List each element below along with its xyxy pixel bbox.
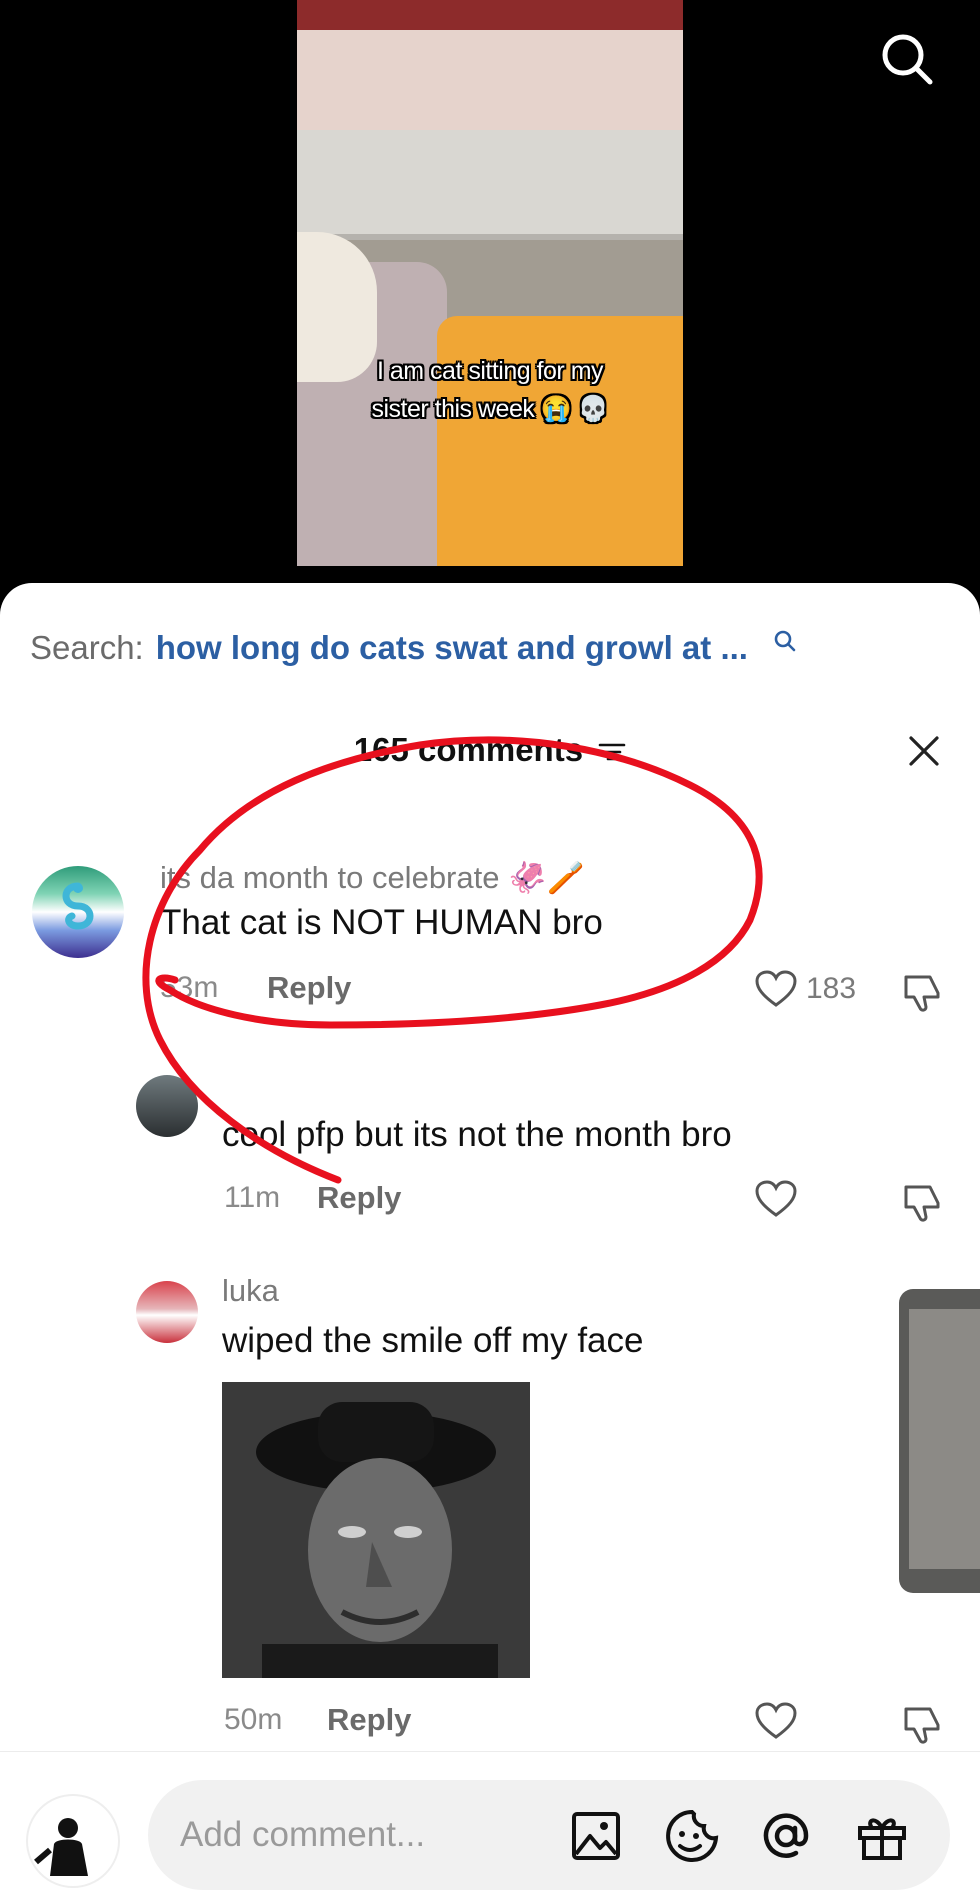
close-icon [909,736,939,766]
video-player[interactable]: I am cat sitting for my sister this week… [297,0,683,566]
comments-sheet: Search: how long do cats swat and growl … [0,583,980,1892]
video-caption-line-1: I am cat sitting for my [376,357,604,385]
comments-count-title[interactable]: 165 comments [0,731,980,769]
thumbs-down-icon [904,1185,940,1222]
video-caption: I am cat sitting for my sister this week… [297,352,683,428]
user-avatar-image [34,1818,88,1876]
video-caption-line-2: sister this week 😭 💀 [371,395,609,423]
thumbnail-scene [909,1309,980,1569]
avatar[interactable] [136,1281,198,1343]
search-query-link[interactable]: how long do cats swat and growl at ... [156,629,748,667]
thumbs-down-icon [904,1707,940,1744]
comment-username[interactable]: its da month to celebrate 🦑🪥 [160,859,585,896]
like-button[interactable] [754,1701,798,1741]
avatar[interactable] [136,1075,198,1137]
comment-username[interactable]: luka [222,1273,279,1309]
comment-input[interactable] [180,1810,540,1860]
like-count: 183 [806,972,857,1005]
my-avatar[interactable] [26,1794,120,1888]
reply-button[interactable]: Reply [327,1702,411,1738]
like-button[interactable] [754,1179,798,1219]
search-icon [882,34,933,85]
comments-count: 165 comments [353,731,584,768]
comment-text: That cat is NOT HUMAN bro [160,903,603,942]
comments-header: 165 comments [0,723,980,783]
comment-time: 11m [224,1181,281,1214]
comment-text: wiped the smile off my face [222,1321,644,1360]
search-icon [774,630,796,652]
sort-filter-icon[interactable] [598,740,626,764]
mention-icon [763,1813,809,1858]
emoji-button[interactable] [664,1808,720,1864]
comment-text: cool pfp but its not the month bro [222,1115,732,1154]
thumbs-down-icon [904,975,940,1012]
dislike-button[interactable] [900,971,944,1020]
like-button[interactable]: 183 [754,969,856,1009]
heart-icon [755,1180,797,1217]
close-button[interactable] [896,723,952,779]
gift-button[interactable] [854,1808,910,1864]
comment-attached-image[interactable] [222,1382,530,1678]
comment-time: 50m [224,1703,283,1736]
mention-button[interactable] [758,1808,814,1864]
image-icon [572,1812,620,1860]
portrait-image [222,1382,530,1678]
emoji-icon [666,1809,719,1862]
reply-button[interactable]: Reply [267,970,351,1006]
avatar[interactable] [32,866,124,958]
dislike-button[interactable] [900,1703,944,1752]
video-area[interactable]: I am cat sitting for my sister this week… [0,0,980,600]
reply-button[interactable]: Reply [317,1180,401,1216]
video-scene-bed-frame [297,130,683,240]
heart-icon [755,1702,797,1739]
search-prefix: Search: [30,629,144,666]
snake-emblem-icon [62,882,94,930]
comment-time: 53m [160,971,219,1004]
comment-input-box[interactable] [148,1780,950,1890]
dislike-button[interactable] [900,1181,944,1230]
comment-composer [0,1751,980,1892]
heart-icon [755,970,797,1007]
search-button[interactable] [876,28,940,92]
search-suggestion[interactable]: Search: how long do cats swat and growl … [30,623,950,673]
image-button[interactable] [568,1808,624,1864]
floating-video-thumbnail[interactable] [899,1289,980,1593]
gift-icon [858,1818,906,1860]
